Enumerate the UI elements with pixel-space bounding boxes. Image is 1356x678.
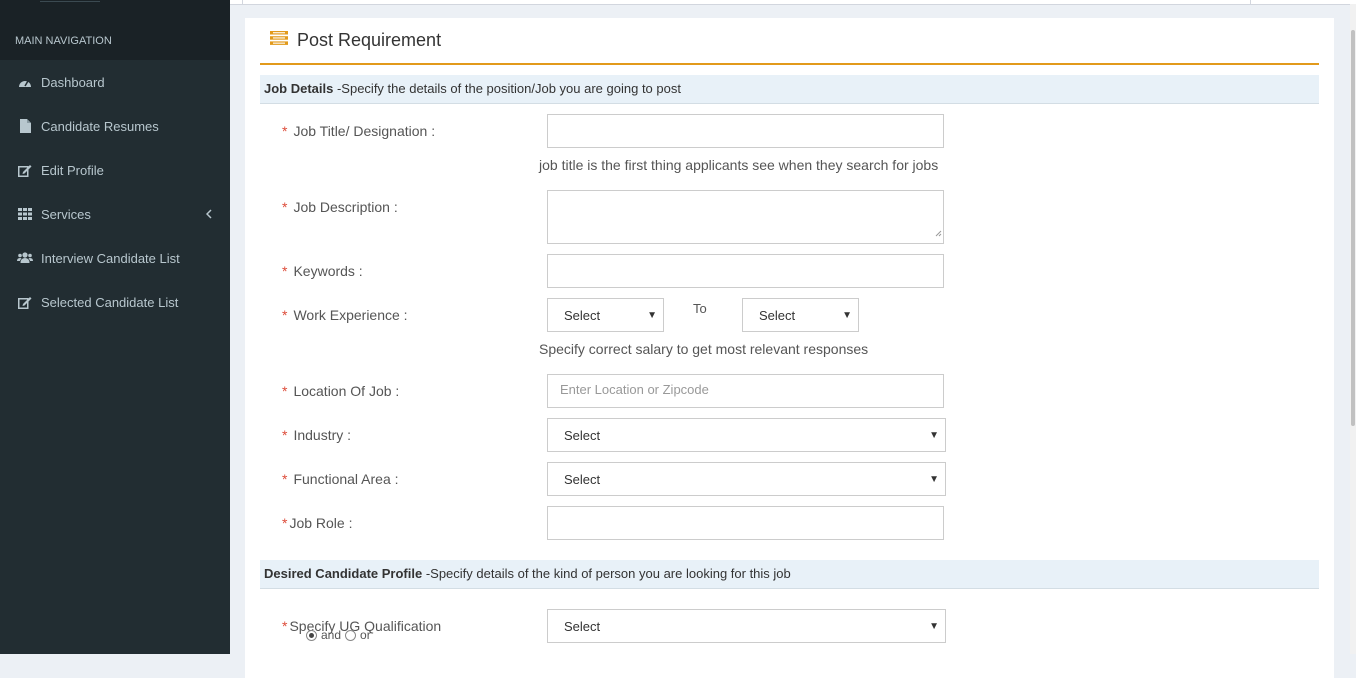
section-job-details: Job Details -Specify the details of the … (260, 75, 1319, 104)
dropdown-arrow-icon: ▼ (929, 621, 939, 632)
sidebar-item-label: Selected Candidate List (41, 294, 179, 310)
industry-select[interactable]: Select ▼ (547, 418, 946, 452)
sidebar-item-selected-candidate-list[interactable]: Selected Candidate List (0, 280, 230, 324)
experience-from-select[interactable]: Select ▼ (547, 298, 664, 332)
sidebar-item-label: Services (41, 206, 91, 222)
ug-qualification-select[interactable]: Select ▼ (547, 609, 946, 643)
top-bar (230, 0, 1356, 5)
section-description: -Specify details of the kind of person y… (422, 566, 791, 581)
top-bar-divider (1250, 0, 1251, 4)
ug-condition-radio-group: and or (306, 628, 371, 642)
sidebar-item-label: Interview Candidate List (41, 250, 180, 266)
radio-or[interactable] (345, 629, 357, 641)
keywords-label: * Keywords : (282, 263, 363, 279)
job-role-input[interactable] (547, 506, 944, 540)
users-icon (17, 251, 33, 265)
list-icon (270, 31, 288, 50)
section-title: Desired Candidate Profile (264, 566, 423, 581)
job-title-input[interactable] (547, 114, 944, 148)
scrollbar-thumb[interactable] (1351, 30, 1355, 426)
functional-area-label: * Functional Area : (282, 471, 399, 487)
edit-icon (17, 295, 33, 309)
radio-or-label: or (360, 628, 371, 642)
industry-label: * Industry : (282, 427, 352, 443)
job-title-hint: job title is the first thing applicants … (539, 157, 939, 173)
sidebar-item-label: Candidate Resumes (41, 118, 159, 134)
top-bar-divider (242, 0, 243, 4)
edit-icon (17, 163, 33, 177)
page-title: Post Requirement (297, 30, 442, 50)
sidebar-item-edit-profile[interactable]: Edit Profile (0, 148, 230, 192)
sidebar: MAIN NAVIGATION Dashboard Candidate Resu… (0, 0, 230, 654)
job-description-label: * Job Description : (282, 199, 398, 215)
post-requirement-panel: Post Requirement Job Details -Specify th… (245, 18, 1334, 678)
location-input[interactable]: Enter Location or Zipcode (547, 374, 944, 408)
sidebar-item-services[interactable]: Services (0, 192, 230, 236)
dropdown-arrow-icon: ▼ (929, 430, 939, 441)
functional-area-select[interactable]: Select ▼ (547, 462, 946, 496)
chevron-left-icon (205, 207, 212, 222)
job-role-label: * Job Role : (282, 515, 353, 531)
job-description-textarea[interactable] (547, 190, 944, 244)
file-icon (17, 119, 33, 133)
sidebar-item-label: Edit Profile (41, 162, 104, 178)
work-experience-hint: Specify correct salary to get most relev… (539, 341, 869, 357)
keywords-input[interactable] (547, 254, 944, 288)
dropdown-arrow-icon: ▼ (647, 310, 657, 321)
experience-to-label: To (693, 301, 707, 316)
sidebar-item-candidate-resumes[interactable]: Candidate Resumes (0, 104, 230, 148)
sidebar-item-dashboard[interactable]: Dashboard (0, 60, 230, 104)
panel-header: Post Requirement (260, 18, 1319, 65)
sidebar-item-interview-candidate-list[interactable]: Interview Candidate List (0, 236, 230, 280)
page-scrollbar[interactable] (1350, 4, 1356, 654)
radio-and-label: and (321, 628, 342, 642)
resize-handle-icon[interactable] (935, 224, 942, 242)
dropdown-arrow-icon: ▼ (842, 310, 852, 321)
dropdown-arrow-icon: ▼ (929, 474, 939, 485)
sidebar-user-area (0, 0, 230, 22)
experience-to-select[interactable]: Select ▼ (742, 298, 859, 332)
dashboard-icon (17, 75, 33, 89)
section-description: -Specify the details of the position/Job… (333, 81, 681, 96)
radio-and[interactable] (306, 629, 317, 641)
job-title-label: * Job Title/ Designation : (282, 123, 436, 139)
nav-header: MAIN NAVIGATION (0, 22, 230, 60)
location-label: * Location Of Job : (282, 383, 400, 399)
sidebar-item-label: Dashboard (41, 74, 105, 90)
grid-icon (17, 207, 33, 221)
section-title: Job Details (264, 81, 334, 96)
work-experience-label: * Work Experience : (282, 307, 408, 323)
section-desired-candidate-profile: Desired Candidate Profile -Specify detai… (260, 560, 1319, 589)
